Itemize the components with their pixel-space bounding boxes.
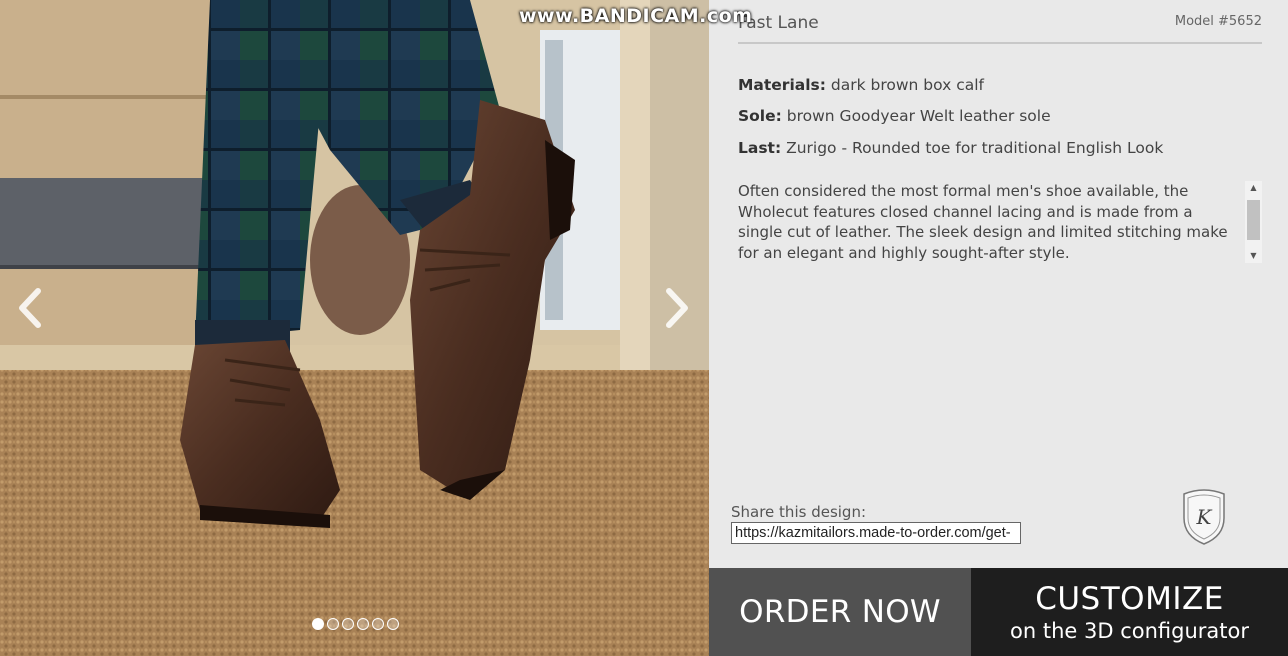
slide-indicator <box>312 618 399 632</box>
previous-slide-button[interactable] <box>10 285 50 331</box>
brand-logo: K <box>1183 489 1225 545</box>
product-photo <box>0 0 709 656</box>
model-number: Model #5652 <box>1174 14 1262 29</box>
product-header: Fast Lane Model #5652 <box>738 0 1262 44</box>
scroll-up-icon[interactable]: ▲ <box>1245 181 1262 195</box>
product-info-panel: Fast Lane Model #5652 Materials: dark br… <box>709 0 1288 568</box>
share-url-field[interactable] <box>731 522 1021 544</box>
scroll-thumb[interactable] <box>1247 200 1260 240</box>
slide-dot[interactable] <box>357 618 369 630</box>
customize-sublabel: on the 3D configurator <box>1010 619 1249 643</box>
scroll-down-icon[interactable]: ▼ <box>1245 249 1262 263</box>
share-label: Share this design: <box>731 503 867 521</box>
spec-value: Zurigo - Rounded toe for traditional Eng… <box>781 139 1164 157</box>
chevron-right-icon <box>666 288 688 328</box>
order-now-button[interactable]: ORDER NOW <box>709 568 971 656</box>
spec-value: brown Goodyear Welt leather sole <box>781 107 1051 125</box>
product-description: Often considered the most formal men's s… <box>738 182 1228 262</box>
chevron-left-icon <box>19 288 41 328</box>
order-now-label: ORDER NOW <box>739 594 941 630</box>
spec-sole: Sole: brown Goodyear Welt leather sole <box>738 107 1051 125</box>
description-box[interactable]: Often considered the most formal men's s… <box>738 181 1262 263</box>
spec-last: Last: Zurigo - Rounded toe for tradition… <box>738 139 1163 157</box>
next-slide-button[interactable] <box>657 285 697 331</box>
spec-label: Sole: <box>738 107 782 125</box>
logo-letter: K <box>1196 505 1213 529</box>
slide-dot[interactable] <box>342 618 354 630</box>
spec-label: Last: <box>738 139 782 157</box>
description-scrollbar[interactable]: ▲ ▼ <box>1245 181 1262 263</box>
spec-materials: Materials: dark brown box calf <box>738 76 984 94</box>
slide-dot[interactable] <box>327 618 339 630</box>
slide-dot[interactable] <box>312 618 324 630</box>
spec-value: dark brown box calf <box>825 76 985 94</box>
customize-button[interactable]: CUSTOMIZE on the 3D configurator <box>971 568 1288 656</box>
slide-dot[interactable] <box>372 618 384 630</box>
product-photo-carousel <box>0 0 709 656</box>
spec-label: Materials: <box>738 76 826 94</box>
customize-label: CUSTOMIZE <box>1035 581 1224 617</box>
recording-watermark: www.BANDICAM.com <box>519 5 753 27</box>
slide-dot[interactable] <box>387 618 399 630</box>
